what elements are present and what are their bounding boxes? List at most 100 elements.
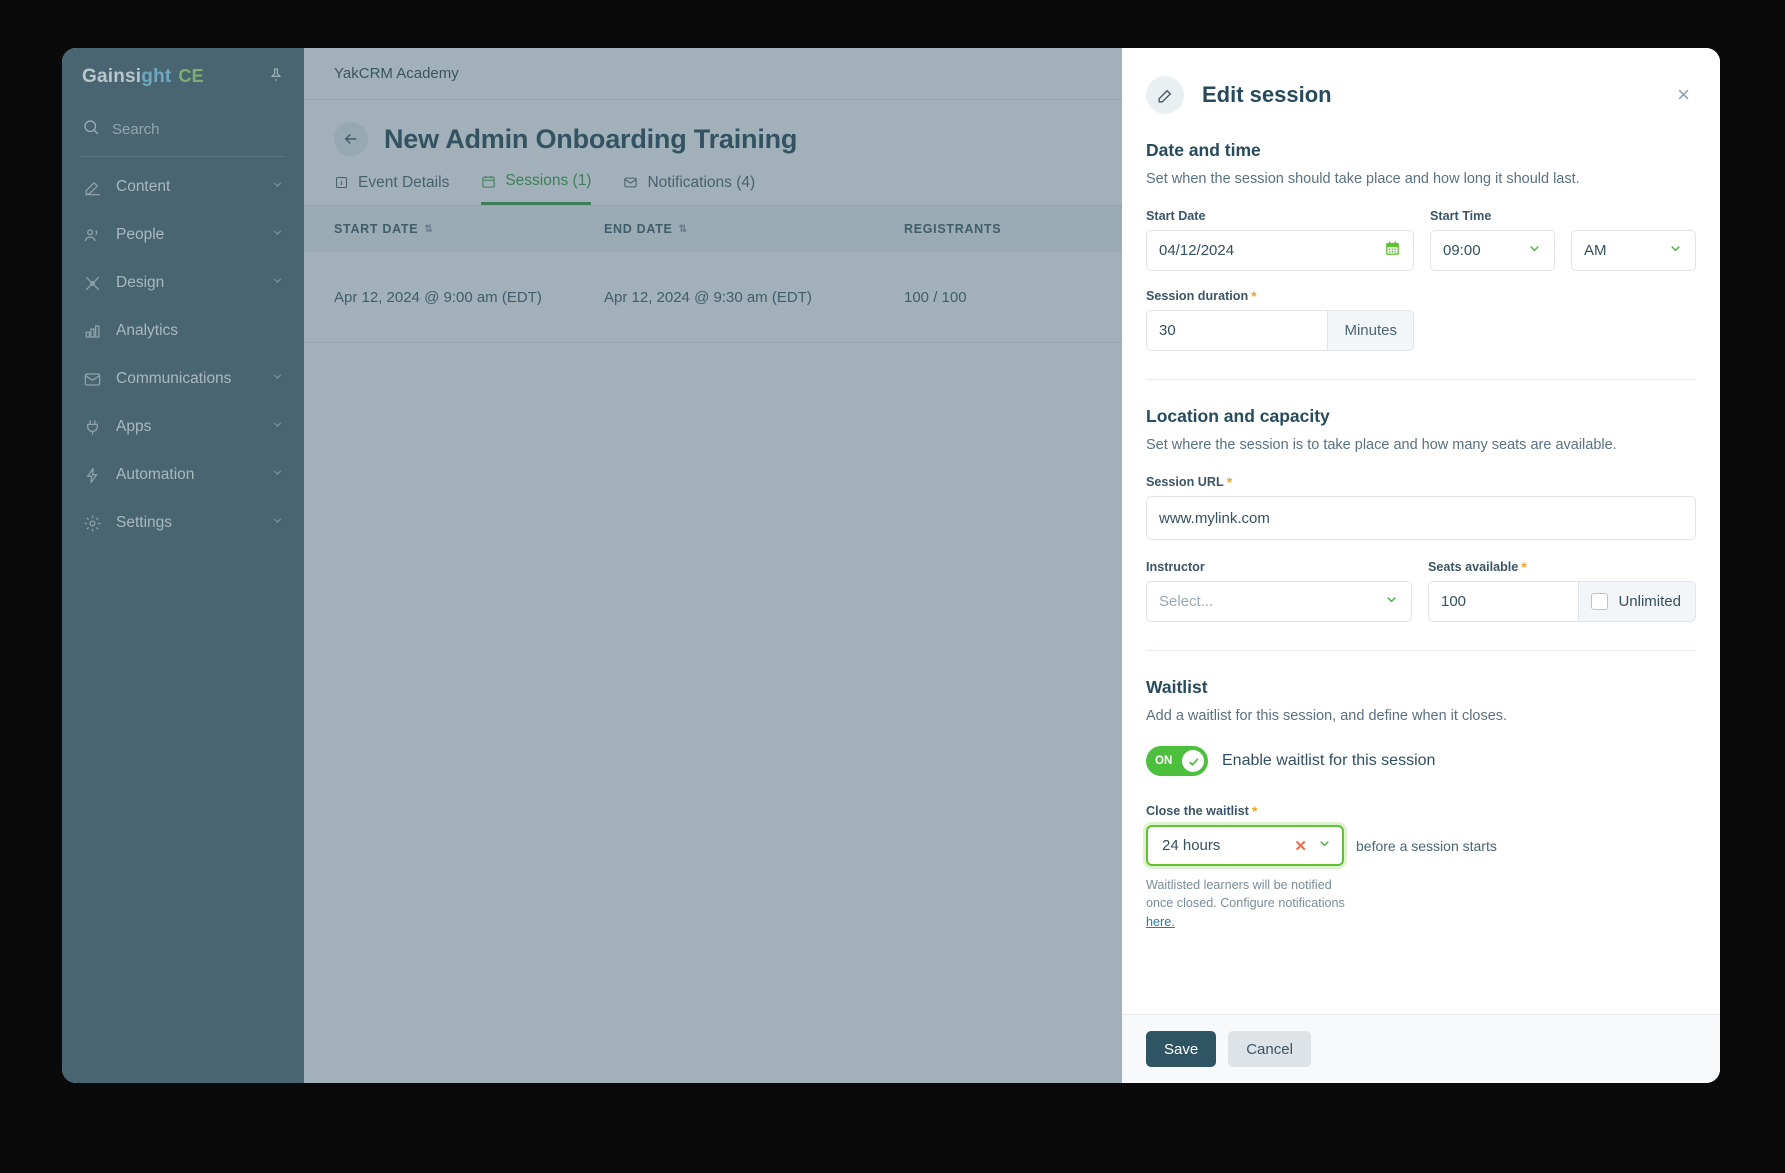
chevron-down-icon xyxy=(1384,592,1399,611)
close-waitlist-label-wrap: Close the waitlist * xyxy=(1146,804,1696,818)
toggle-state-label: ON xyxy=(1155,755,1173,767)
close-waitlist-value: 24 hours xyxy=(1162,837,1221,854)
sidebar-item-label: Apps xyxy=(116,418,152,435)
check-icon xyxy=(1182,750,1204,772)
waitlist-note-text: Waitlisted learners will be notified onc… xyxy=(1146,878,1345,911)
brand-suffix: CE xyxy=(178,66,204,86)
sidebar-item-content[interactable]: Content xyxy=(62,163,304,211)
required-asterisk: * xyxy=(1226,474,1233,490)
sidebar-item-design[interactable]: Design xyxy=(62,259,304,307)
required-asterisk: * xyxy=(1521,559,1527,575)
people-icon xyxy=(82,225,102,245)
duration-value: 30 xyxy=(1159,322,1176,339)
sidebar-item-analytics[interactable]: Analytics xyxy=(62,307,304,355)
required-asterisk: * xyxy=(1251,803,1258,819)
start-time-select[interactable]: 09:00 xyxy=(1430,230,1555,271)
start-time-label: Start Time xyxy=(1430,209,1492,223)
seats-group: Seats available * 100 Unlimited xyxy=(1428,560,1696,622)
chevron-down-icon xyxy=(1317,836,1332,855)
waitlist-toggle-label: Enable waitlist for this session xyxy=(1222,752,1436,769)
section-subtitle-datetime: Set when the session should take place a… xyxy=(1146,171,1580,187)
sidebar-item-label: Content xyxy=(116,178,171,195)
chevron-down-icon xyxy=(271,418,284,436)
duration-unit: Minutes xyxy=(1328,310,1414,351)
waitlist-note: Waitlisted learners will be notified onc… xyxy=(1146,876,1356,931)
session-url-label: Session URL xyxy=(1146,475,1224,489)
sidebar-item-label: Settings xyxy=(116,514,173,531)
unlimited-checkbox[interactable] xyxy=(1591,593,1609,610)
calendar-icon[interactable] xyxy=(1384,240,1401,261)
close-waitlist-group: Close the waitlist * 24 hours ✕ before a… xyxy=(1146,804,1696,931)
chevron-down-icon xyxy=(271,274,284,292)
session-url-input[interactable]: www.mylink.com xyxy=(1146,496,1696,540)
sidebar-item-apps[interactable]: Apps xyxy=(62,403,304,451)
brand-logo: Gainsight CE xyxy=(82,66,204,88)
close-waitlist-suffix: before a session starts xyxy=(1356,837,1497,854)
sidebar-brand: Gainsight CE xyxy=(62,48,304,106)
unlimited-label: Unlimited xyxy=(1618,593,1681,610)
instructor-seats-row: Instructor Select... Seats available * 1 xyxy=(1146,560,1696,622)
panel-header: Edit session × xyxy=(1122,48,1720,124)
instructor-group: Instructor Select... xyxy=(1146,560,1412,622)
unlimited-toggle[interactable]: Unlimited xyxy=(1579,581,1696,622)
close-waitlist-select[interactable]: 24 hours ✕ xyxy=(1146,825,1344,866)
design-icon xyxy=(82,273,102,293)
save-button[interactable]: Save xyxy=(1146,1031,1217,1067)
panel-body: Date and time Set when the session shoul… xyxy=(1122,124,1720,1014)
meridiem-select[interactable]: AM xyxy=(1571,230,1696,271)
sidebar-divider xyxy=(80,156,286,157)
start-date-group: Start Date 04/12/2024 xyxy=(1146,209,1414,271)
sidebar-item-people[interactable]: People xyxy=(62,211,304,259)
search-input[interactable]: Search xyxy=(62,106,304,152)
sidebar-item-label: Automation xyxy=(116,466,195,483)
sidebar-item-automation[interactable]: Automation xyxy=(62,451,304,499)
brand-text-2: ght xyxy=(141,66,172,87)
start-time-value: 09:00 xyxy=(1443,242,1481,259)
seats-label: Seats available xyxy=(1428,560,1519,574)
close-waitlist-label: Close the waitlist xyxy=(1146,804,1249,818)
required-asterisk: * xyxy=(1251,288,1257,304)
sidebar-item-label: Analytics xyxy=(116,322,179,339)
notifications-link[interactable]: here. xyxy=(1146,915,1175,929)
seats-control: 100 Unlimited xyxy=(1428,581,1696,622)
duration-label: Session duration xyxy=(1146,289,1249,303)
analytics-icon xyxy=(82,321,102,341)
instructor-label: Instructor xyxy=(1146,560,1205,574)
duration-control: 30 Minutes xyxy=(1146,310,1414,351)
pencil-icon xyxy=(1146,76,1184,114)
duration-input[interactable]: 30 xyxy=(1146,310,1329,351)
screen: Gainsight CE Search Content People Desig… xyxy=(0,0,1785,1173)
brand-text-1: Gainsi xyxy=(82,66,142,87)
sidebar-item-communications[interactable]: Communications xyxy=(62,355,304,403)
chevron-down-icon xyxy=(271,226,284,244)
section-subtitle-waitlist: Add a waitlist for this session, and def… xyxy=(1146,708,1508,724)
seats-input[interactable]: 100 xyxy=(1428,581,1580,622)
section-title-datetime: Date and time xyxy=(1146,140,1261,160)
cancel-button[interactable]: Cancel xyxy=(1228,1031,1311,1067)
section-title-waitlist: Waitlist xyxy=(1146,677,1208,697)
instructor-select[interactable]: Select... xyxy=(1146,581,1412,622)
session-url-label-wrap: Session URL * xyxy=(1146,475,1696,489)
start-date-label-wrap: Start Date xyxy=(1146,209,1414,223)
sidebar-item-label: People xyxy=(116,226,165,243)
section-divider-2 xyxy=(1146,650,1696,651)
waitlist-toggle-row: ON Enable waitlist for this session xyxy=(1146,746,1696,776)
panel-title: Edit session xyxy=(1202,82,1332,107)
close-icon[interactable]: × xyxy=(1677,84,1690,106)
start-time-group: Start Time 09:00 AM xyxy=(1430,209,1696,271)
chevron-down-icon xyxy=(1527,241,1542,260)
waitlist-toggle[interactable]: ON xyxy=(1146,746,1208,776)
section-title-location: Location and capacity xyxy=(1146,406,1330,426)
sidebar-item-settings[interactable]: Settings xyxy=(62,499,304,547)
chevron-down-icon xyxy=(271,514,284,532)
panel-footer: Save Cancel xyxy=(1122,1014,1720,1083)
envelope-icon xyxy=(82,369,102,389)
clear-x-icon[interactable]: ✕ xyxy=(1294,837,1307,855)
session-url-value: www.mylink.com xyxy=(1159,509,1270,527)
duration-label-wrap: Session duration * xyxy=(1146,289,1696,303)
pin-icon[interactable] xyxy=(268,67,284,88)
start-date-input[interactable]: 04/12/2024 xyxy=(1146,230,1414,271)
bolt-icon xyxy=(82,465,102,485)
instructor-placeholder: Select... xyxy=(1159,593,1214,610)
chevron-down-icon xyxy=(271,466,284,484)
